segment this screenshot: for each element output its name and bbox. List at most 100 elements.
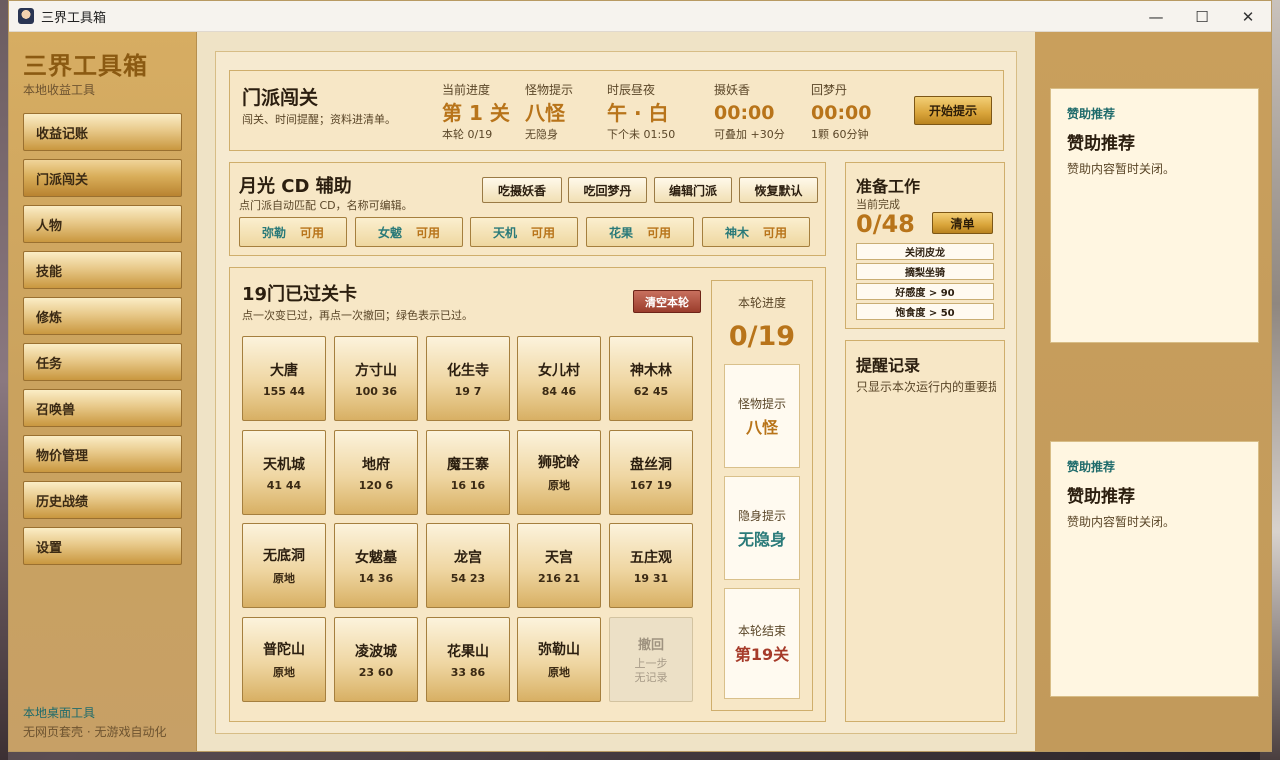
stat-label: 怪物提示 bbox=[525, 83, 574, 97]
gate-difu[interactable]: 地府 120 6 bbox=[334, 430, 418, 515]
stat-value: 八怪 bbox=[525, 101, 565, 125]
sidebar-item-income[interactable]: 收益记账 bbox=[23, 113, 182, 151]
gate-name: 凌波城 bbox=[355, 643, 397, 660]
gate-mileshan[interactable]: 弥勒山 原地 bbox=[517, 617, 601, 702]
gate-tianjicheng[interactable]: 天机城 41 44 bbox=[242, 430, 326, 515]
brand-title: 三界工具箱 bbox=[23, 52, 148, 80]
start-hint-button[interactable]: 开始提示 bbox=[914, 96, 992, 125]
gates-subtitle: 点一次变已过，再点一次撤回；绿色表示已过。 bbox=[242, 309, 473, 322]
gate-wuzhuangguan[interactable]: 五庄观 19 31 bbox=[609, 523, 693, 608]
gate-pansidong[interactable]: 盘丝洞 167 19 bbox=[609, 430, 693, 515]
gate-name: 神木林 bbox=[630, 362, 672, 379]
main-content: 门派闯关 闯关、时间提醒；资料进清单。 当前进度 第 1 关 本轮 0/19 怪… bbox=[215, 51, 1017, 734]
sidebar-item-prices[interactable]: 物价管理 bbox=[23, 435, 182, 473]
stat-note: 本轮 0/19 bbox=[442, 128, 493, 141]
cd-status: 可用 bbox=[763, 225, 788, 240]
sponsor-text: 赞助内容暂时关闭。 bbox=[1067, 515, 1176, 529]
box-label: 本轮结束 bbox=[737, 624, 786, 638]
gate-longgong[interactable]: 龙宫 54 23 bbox=[426, 523, 510, 608]
gate-lingbocheng[interactable]: 凌波城 23 60 bbox=[334, 617, 418, 702]
sidebar-item-cultivation[interactable]: 修炼 bbox=[23, 297, 182, 335]
sidebar-item-tasks[interactable]: 任务 bbox=[23, 343, 182, 381]
cd-status: 可用 bbox=[416, 225, 441, 240]
round-progress-panel: 本轮进度 0/19 怪物提示 八怪 隐身提示 无隐身 本轮结束 第19关 bbox=[711, 280, 813, 711]
gate-coords: 84 46 bbox=[541, 384, 577, 398]
sidebar-item-summons[interactable]: 召唤兽 bbox=[23, 389, 182, 427]
cd-name: 花果 bbox=[608, 225, 633, 240]
gate-name: 女儿村 bbox=[538, 362, 580, 379]
footer-link[interactable]: 本地桌面工具 bbox=[23, 704, 95, 721]
stat-note: 无隐身 bbox=[525, 128, 558, 141]
cd-item-shenmu[interactable]: 神木 可用 bbox=[702, 217, 810, 247]
sidebar-item-settings[interactable]: 设置 bbox=[23, 527, 182, 565]
clear-round-button[interactable]: 清空本轮 bbox=[633, 290, 701, 313]
prep-item[interactable]: 好感度 > 90 bbox=[856, 283, 994, 300]
gate-coords: 14 36 bbox=[358, 571, 394, 585]
app-icon bbox=[18, 8, 34, 24]
cd-item-nvba[interactable]: 女魃 可用 bbox=[355, 217, 463, 247]
gate-nvercun[interactable]: 女儿村 84 46 bbox=[517, 336, 601, 421]
monster-hint-box: 怪物提示 八怪 bbox=[724, 364, 800, 468]
eat-incense-button[interactable]: 吃摄妖香 bbox=[482, 177, 562, 203]
gate-datang[interactable]: 大唐 155 44 bbox=[242, 336, 326, 421]
page-title: 门派闯关 bbox=[242, 87, 319, 109]
prep-item[interactable]: 饱食度 > 50 bbox=[856, 303, 994, 320]
gate-coords: 19 7 bbox=[454, 384, 482, 398]
gate-name: 盘丝洞 bbox=[630, 456, 672, 473]
gate-coords: 33 86 bbox=[450, 665, 486, 679]
undo-line1: 上一步 bbox=[634, 657, 668, 670]
sidebar-item-sect-challenge[interactable]: 门派闯关 bbox=[23, 159, 182, 197]
gate-name: 普陀山 bbox=[263, 642, 305, 658]
cd-panel: 月光 CD 辅助 点门派自动匹配 CD，名称可编辑。 吃摄妖香 吃回梦丹 编辑门… bbox=[229, 162, 826, 256]
gate-mowangzhai[interactable]: 魔王寨 16 16 bbox=[426, 430, 510, 515]
undo-button[interactable]: 撤回 上一步 无记录 bbox=[609, 617, 693, 702]
cd-name: 弥勒 bbox=[261, 225, 286, 240]
gate-coords: 54 23 bbox=[450, 571, 486, 585]
gate-nvbamu[interactable]: 女魃墓 14 36 bbox=[334, 523, 418, 608]
gate-coords: 41 44 bbox=[266, 478, 302, 492]
undo-line2: 无记录 bbox=[634, 671, 668, 684]
round-progress-value: 0/19 bbox=[728, 321, 796, 352]
gate-coords: 原地 bbox=[273, 572, 295, 585]
minimize-button[interactable]: — bbox=[1133, 1, 1179, 32]
sponsor-card: 赞助推荐 赞助推荐 赞助内容暂时关闭。 bbox=[1050, 88, 1259, 343]
gate-coords: 原地 bbox=[273, 666, 295, 679]
gate-huaguoshan[interactable]: 花果山 33 86 bbox=[426, 617, 510, 702]
cd-item-tianji[interactable]: 天机 可用 bbox=[470, 217, 578, 247]
sidebar-item-skills[interactable]: 技能 bbox=[23, 251, 182, 289]
gate-coords: 167 19 bbox=[629, 478, 673, 492]
maximize-button[interactable]: ☐ bbox=[1179, 1, 1225, 32]
gates-title: 19门已过关卡 bbox=[242, 284, 358, 305]
edit-sects-button[interactable]: 编辑门派 bbox=[654, 177, 732, 203]
gate-coords: 原地 bbox=[548, 479, 570, 492]
gate-tiangong[interactable]: 天宫 216 21 bbox=[517, 523, 601, 608]
prep-item[interactable]: 关闭皮龙 bbox=[856, 243, 994, 260]
sponsor-tag: 赞助推荐 bbox=[1067, 460, 1116, 474]
window-controls: — ☐ ✕ bbox=[1133, 1, 1271, 32]
sidebar-item-character[interactable]: 人物 bbox=[23, 205, 182, 243]
cd-name: 天机 bbox=[492, 225, 517, 240]
eat-dream-pill-button[interactable]: 吃回梦丹 bbox=[568, 177, 647, 203]
gate-wudidong[interactable]: 无底洞 原地 bbox=[242, 523, 326, 608]
footer-note: 无网页套壳 · 无游戏自动化 bbox=[23, 725, 167, 739]
cd-item-huaguo[interactable]: 花果 可用 bbox=[586, 217, 694, 247]
gate-fangcunshan[interactable]: 方寸山 100 36 bbox=[334, 336, 418, 421]
gate-name: 魔王寨 bbox=[447, 456, 489, 473]
gate-putuoshan[interactable]: 普陀山 原地 bbox=[242, 617, 326, 702]
prep-item[interactable]: 摘梨坐骑 bbox=[856, 263, 994, 280]
gate-shituoling[interactable]: 狮驼岭 原地 bbox=[517, 430, 601, 515]
gate-name: 五庄观 bbox=[630, 549, 672, 566]
checklist-button[interactable]: 清单 bbox=[932, 212, 993, 234]
sidebar-item-history[interactable]: 历史战绩 bbox=[23, 481, 182, 519]
gate-name: 狮驼岭 bbox=[538, 455, 580, 471]
gate-name: 地府 bbox=[362, 456, 390, 473]
title-bar[interactable]: 三界工具箱 — ☐ ✕ bbox=[9, 1, 1271, 32]
close-button[interactable]: ✕ bbox=[1225, 1, 1271, 32]
gate-shenmulin[interactable]: 神木林 62 45 bbox=[609, 336, 693, 421]
restore-default-button[interactable]: 恢复默认 bbox=[739, 177, 818, 203]
cd-item-mile[interactable]: 弥勒 可用 bbox=[239, 217, 347, 247]
gate-coords: 62 45 bbox=[633, 384, 669, 398]
stat-label: 回梦丹 bbox=[811, 83, 848, 97]
gate-huashengsi[interactable]: 化生寺 19 7 bbox=[426, 336, 510, 421]
box-label: 隐身提示 bbox=[737, 508, 786, 523]
